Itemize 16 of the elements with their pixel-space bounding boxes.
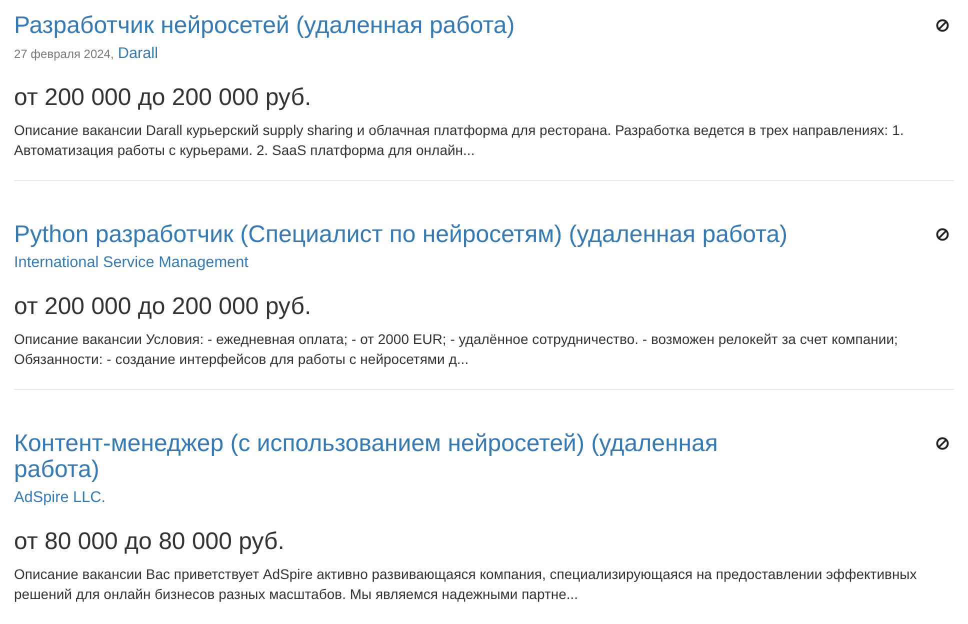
vacancy-description: Описание вакансии Вас приветствует AdSpire активно развивающаяся компания, специализирующаяся на предоставлении эффективных решений для онлайн бизнесов разных масштабов. Мы являемся надежными партне... xyxy=(14,565,918,604)
company-link[interactable]: Darall xyxy=(118,44,158,64)
salary-range: от 80 000 до 80 000 руб. xyxy=(14,529,286,555)
company-link[interactable]: AdSpire LLC. xyxy=(14,488,106,508)
vacancy-description: Описание вакансии Darall курьерский supply sharing и облачная платформа для ресторана. Разработка ведется в трех направлениях: 1. Автоматизация работы с курьерами. 2. SaaS платформа для онлайн... xyxy=(14,121,905,160)
ban-icon[interactable] xyxy=(936,19,949,32)
ban-icon[interactable] xyxy=(936,228,949,241)
salary-range: от 200 000 до 200 000 руб. xyxy=(14,294,312,320)
ban-icon[interactable] xyxy=(936,437,949,450)
vacancy-title-link[interactable]: Python разработчик (Специалист по нейросетям) (удаленная работа) xyxy=(14,222,794,248)
vacancy-title-link[interactable]: Разработчик нейросетей (удаленная работа) xyxy=(14,13,794,39)
salary-range: от 200 000 до 200 000 руб. xyxy=(14,85,312,111)
posted-date: 27 февраля 2024, xyxy=(14,46,114,63)
company-link[interactable]: International Service Management xyxy=(14,253,248,273)
vacancy-title-link[interactable]: Контент-менеджер (с использованием нейросетей) (удаленная работа) xyxy=(14,431,794,483)
vacancy-description: Описание вакансии Условия: - ежедневная оплата; - от 2000 EUR; - удалённое сотрудничество. - возможен релокейт за счет компании; Обязанности: - создание интерфейсов для работы с нейросетями д... xyxy=(14,330,899,369)
